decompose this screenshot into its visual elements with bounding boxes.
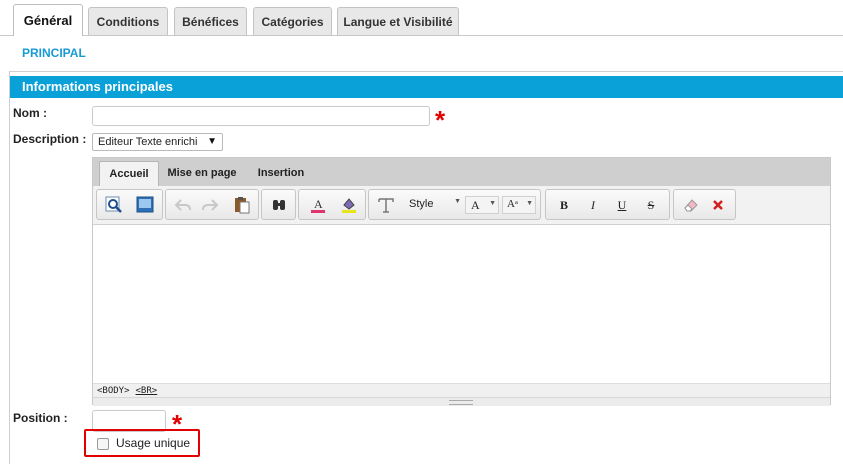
tab-categories[interactable]: Catégories: [253, 7, 332, 35]
tab-bar: Général Conditions Bénéfices Catégories …: [0, 0, 843, 36]
editor-tab-accueil[interactable]: Accueil: [99, 161, 159, 186]
editor-type-select[interactable]: Editeur Texte enrichi ▼: [92, 133, 223, 151]
usage-unique-checkbox[interactable]: [97, 438, 109, 450]
usage-unique-highlight: Usage unique: [84, 429, 200, 457]
editor-tab-mise-en-page[interactable]: Mise en page: [163, 161, 241, 186]
position-label: Position :: [13, 411, 68, 425]
tab-label: Conditions: [96, 14, 160, 29]
text-style-icon[interactable]: [376, 196, 396, 214]
toolbar-group-format: B I U S: [545, 189, 670, 220]
chevron-down-icon: ▼: [454, 198, 461, 205]
redo-icon[interactable]: [200, 196, 220, 214]
tab-label: Bénéfices: [182, 14, 239, 29]
font-size-alt-label: Aᵃ: [507, 198, 518, 210]
section-label: PRINCIPAL: [22, 46, 86, 60]
tab-general[interactable]: Général: [13, 4, 83, 36]
tab-langue-visibilite[interactable]: Langue et Visibilité: [337, 7, 459, 35]
path-body[interactable]: <BODY>: [97, 386, 130, 396]
tab-label: Général: [23, 13, 73, 28]
paste-icon[interactable]: [232, 196, 252, 214]
nom-label: Nom :: [13, 106, 47, 120]
toolbar-group-history: [165, 189, 259, 220]
rich-text-editor: Accueil Mise en page Insertion A Style ▼…: [92, 157, 831, 406]
strikethrough-icon[interactable]: S: [641, 196, 661, 214]
chevron-down-icon: ▼: [526, 200, 533, 207]
remove-format-icon[interactable]: [708, 196, 728, 214]
tab-divider: [0, 35, 843, 36]
bold-icon[interactable]: B: [554, 196, 574, 214]
editor-toolbar: A Style ▼ A ▼ Aᵃ ▼ B I U S: [93, 186, 830, 225]
panel-title: Informations principales: [10, 76, 843, 98]
required-marker: *: [435, 105, 446, 135]
preview-icon[interactable]: [104, 196, 124, 214]
font-size-dropdown[interactable]: A ▼: [465, 196, 499, 214]
toolbar-group-font: Style ▼ A ▼ Aᵃ ▼: [368, 189, 541, 220]
layout-icon[interactable]: [135, 196, 155, 214]
tab-conditions[interactable]: Conditions: [88, 7, 168, 35]
toolbar-group-color: A: [298, 189, 366, 220]
font-color-icon[interactable]: A: [308, 196, 328, 214]
eraser-icon[interactable]: [681, 196, 701, 214]
undo-icon[interactable]: [173, 196, 193, 214]
description-label: Description :: [13, 132, 87, 146]
tab-label: Catégories: [261, 14, 324, 29]
find-icon[interactable]: [269, 196, 289, 214]
underline-icon[interactable]: U: [612, 196, 632, 214]
italic-icon[interactable]: I: [583, 196, 603, 214]
editor-content-area[interactable]: [93, 225, 830, 383]
toolbar-group-find: [261, 189, 296, 220]
toolbar-group-clear: [673, 189, 736, 220]
editor-tab-insertion[interactable]: Insertion: [249, 161, 313, 186]
usage-unique-label[interactable]: Usage unique: [116, 436, 190, 450]
style-dropdown[interactable]: Style ▼: [405, 196, 463, 214]
tab-label: Langue et Visibilité: [343, 14, 453, 29]
highlight-icon[interactable]: [339, 196, 359, 214]
path-br[interactable]: <BR>: [136, 386, 158, 396]
editor-status-path: <BODY> <BR>: [93, 383, 830, 397]
chevron-down-icon: ▼: [207, 136, 217, 147]
toolbar-group-view: [96, 189, 163, 220]
font-size-label: A: [471, 198, 480, 212]
resize-handle[interactable]: [93, 397, 830, 406]
editor-tab-bar: Accueil Mise en page Insertion: [93, 158, 830, 186]
svg-text:A: A: [314, 197, 323, 211]
style-label: Style: [409, 198, 434, 210]
nom-input[interactable]: [92, 106, 430, 126]
grip-icon: [449, 400, 473, 405]
select-value: Editeur Texte enrichi: [98, 136, 198, 148]
tab-benefices[interactable]: Bénéfices: [174, 7, 247, 35]
chevron-down-icon: ▼: [489, 200, 496, 207]
font-size-alt-dropdown[interactable]: Aᵃ ▼: [502, 196, 536, 214]
